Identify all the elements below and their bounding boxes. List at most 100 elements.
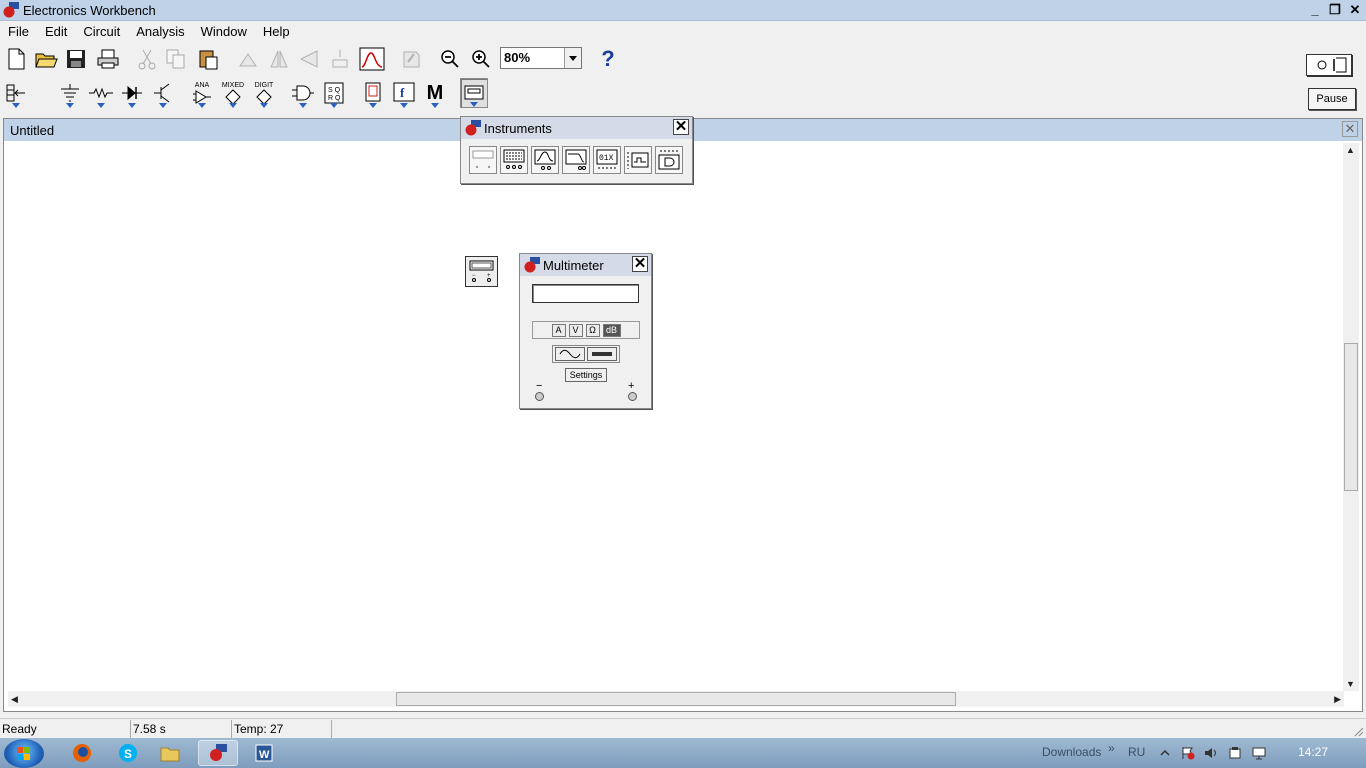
downloads-toolbar[interactable]: Downloads — [1042, 745, 1101, 759]
paste-button[interactable] — [194, 44, 222, 74]
usb-device-icon[interactable] — [1228, 746, 1242, 760]
scroll-right-arrow[interactable]: ▶ — [1334, 694, 1341, 705]
language-indicator[interactable]: RU — [1128, 745, 1145, 759]
instruments-palette-titlebar[interactable]: Instruments ✕ — [461, 117, 692, 139]
zoom-in-icon — [472, 50, 490, 68]
ohmmeter-mode-button[interactable]: Ω — [585, 324, 600, 337]
dc-mode-button[interactable] — [587, 347, 617, 361]
zoom-dropdown-arrow[interactable] — [564, 48, 581, 68]
digital-ics-bin-button[interactable]: DIGIT — [250, 78, 278, 108]
resize-grip-icon[interactable] — [1354, 726, 1364, 737]
diodes-bin-button[interactable] — [118, 78, 146, 108]
indicator-icon — [365, 82, 381, 102]
standard-toolbar: 80% ? — [0, 44, 1366, 76]
basic-bin-button[interactable] — [87, 78, 115, 108]
instruments-palette-title: Instruments — [484, 120, 552, 136]
print-button[interactable] — [94, 44, 122, 74]
clock[interactable]: 14:27 — [1298, 745, 1328, 759]
help-button[interactable]: ? — [594, 44, 622, 74]
start-button[interactable] — [4, 739, 44, 768]
menu-help[interactable]: Help — [255, 24, 298, 39]
minimize-button[interactable]: _ — [1306, 2, 1324, 18]
decibel-mode-button[interactable]: dB — [602, 324, 621, 337]
taskbar-electronics-workbench[interactable] — [198, 740, 238, 766]
open-button[interactable] — [32, 44, 60, 74]
menu-window[interactable]: Window — [193, 24, 255, 39]
scroll-left-arrow[interactable]: ◀ — [11, 694, 18, 705]
logic-gate-icon — [292, 85, 314, 101]
transistors-bin-button[interactable] — [149, 78, 177, 108]
indicators-bin-button[interactable] — [359, 78, 387, 108]
scroll-down-arrow[interactable]: ▼ — [1346, 679, 1355, 689]
flip-horizontal-button[interactable] — [265, 44, 293, 74]
network-icon[interactable] — [1252, 746, 1266, 760]
logic-gates-bin-button[interactable] — [289, 78, 317, 108]
cut-button[interactable] — [133, 44, 161, 74]
function-generator-instrument-button[interactable] — [500, 146, 528, 174]
scroll-up-arrow[interactable]: ▲ — [1346, 145, 1355, 155]
power-switch[interactable] — [1306, 54, 1352, 76]
horizontal-scrollbar[interactable]: ◀ ▶ — [8, 691, 1344, 707]
instruments-bin-button[interactable] — [460, 78, 488, 108]
multimeter-settings-button[interactable]: Settings — [565, 368, 607, 382]
voltmeter-mode-button[interactable]: V — [568, 324, 583, 337]
multimeter-instrument-button[interactable] — [469, 146, 497, 174]
menu-analysis[interactable]: Analysis — [128, 24, 192, 39]
zoom-level-select[interactable]: 80% — [500, 47, 582, 69]
ac-mode-button[interactable] — [555, 347, 585, 361]
circuit-window-close-button[interactable]: ✕ — [1342, 121, 1358, 137]
vertical-scrollbar[interactable]: ▲ ▼ — [1343, 143, 1359, 691]
zoom-out-button[interactable] — [436, 44, 464, 74]
multimeter-component[interactable]: − + — [465, 256, 498, 287]
taskbar-firefox[interactable] — [62, 740, 102, 766]
logic-converter-instrument-button[interactable] — [655, 146, 683, 174]
positive-terminal[interactable] — [628, 392, 637, 401]
ammeter-mode-button[interactable]: A — [551, 324, 566, 337]
logic-analyzer-instrument-button[interactable] — [624, 146, 652, 174]
multimeter-close-button[interactable]: ✕ — [632, 256, 648, 272]
rotate-button[interactable] — [234, 44, 262, 74]
subcircuit-button[interactable] — [326, 44, 354, 74]
mixed-ics-bin-button[interactable]: MIXED — [219, 78, 247, 108]
menu-edit[interactable]: Edit — [37, 24, 75, 39]
flip-vertical-button[interactable] — [295, 44, 323, 74]
save-button[interactable] — [62, 44, 90, 74]
toolbar-chevron[interactable]: » — [1108, 741, 1115, 755]
open-folder-icon — [35, 53, 58, 68]
menu-circuit[interactable]: Circuit — [75, 24, 128, 39]
action-center-flag-icon[interactable] — [1181, 746, 1195, 760]
vertical-scroll-thumb[interactable] — [1344, 343, 1358, 491]
graphs-button[interactable] — [358, 44, 386, 74]
taskbar-word[interactable]: W — [244, 740, 284, 766]
favorites-bin-button[interactable] — [2, 78, 30, 108]
close-button[interactable]: ✕ — [1346, 2, 1364, 18]
oscilloscope-instrument-button[interactable] — [531, 146, 559, 174]
sources-bin-button[interactable] — [56, 78, 84, 108]
word-generator-instrument-button[interactable]: 01X — [593, 146, 621, 174]
multimeter-window-titlebar[interactable]: Multimeter ✕ — [520, 254, 651, 276]
analog-ics-bin-button[interactable]: ANA — [188, 78, 216, 108]
component-properties-button[interactable] — [397, 44, 425, 74]
miscellaneous-bin-button[interactable]: M — [421, 78, 449, 108]
volume-icon[interactable] — [1204, 746, 1218, 760]
instruments-palette-close-button[interactable]: ✕ — [673, 119, 689, 135]
zoom-in-button[interactable] — [467, 44, 495, 74]
multimeter-display — [532, 284, 639, 303]
circuit-window-title: Untitled — [10, 122, 55, 138]
show-hidden-icons-icon[interactable] — [1158, 746, 1172, 760]
new-button[interactable] — [2, 44, 30, 74]
digital-bin-button[interactable]: S QR Q — [320, 78, 348, 108]
pause-button[interactable]: Pause — [1308, 88, 1356, 110]
taskbar-skype[interactable]: S — [108, 740, 148, 766]
controls-bin-button[interactable]: f — [390, 78, 418, 108]
oscilloscope-icon — [534, 149, 556, 170]
horizontal-scroll-thumb[interactable] — [396, 692, 956, 706]
restore-button[interactable]: ❐ — [1326, 2, 1344, 18]
menu-file[interactable]: File — [0, 24, 37, 39]
bode-plotter-instrument-button[interactable] — [562, 146, 590, 174]
negative-terminal[interactable] — [535, 392, 544, 401]
copy-button[interactable] — [162, 44, 190, 74]
taskbar-explorer[interactable] — [150, 740, 190, 766]
digit-label: DIGIT — [254, 81, 274, 89]
windows-taskbar: S W Downloads » RU 14:27 — [0, 738, 1366, 768]
